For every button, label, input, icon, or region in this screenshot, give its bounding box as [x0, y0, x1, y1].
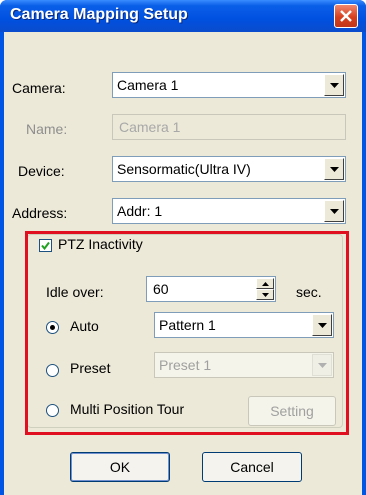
device-select-value: Sensormatic(Ultra IV) — [117, 161, 251, 177]
chevron-down-icon — [330, 209, 339, 214]
close-icon — [340, 10, 352, 22]
title-bar[interactable]: Camera Mapping Setup — [0, 0, 366, 32]
address-dropdown-arrow[interactable] — [324, 200, 344, 222]
window-title: Camera Mapping Setup — [10, 6, 188, 23]
address-label: Address: — [12, 205, 68, 221]
device-select[interactable]: Sensormatic(Ultra IV) — [112, 156, 346, 182]
name-label: Name: — [26, 121, 68, 137]
address-select[interactable]: Addr: 1 — [112, 198, 346, 224]
camera-label: Camera: — [12, 80, 66, 96]
camera-select[interactable]: Camera 1 — [112, 72, 346, 98]
chevron-down-icon — [330, 83, 339, 88]
close-button[interactable] — [334, 4, 358, 28]
name-field-value: Camera 1 — [119, 119, 181, 135]
camera-select-value: Camera 1 — [117, 77, 179, 93]
device-dropdown-arrow[interactable] — [324, 158, 344, 180]
cancel-button[interactable]: Cancel — [202, 452, 302, 482]
ok-button[interactable]: OK — [70, 452, 170, 482]
highlight-frame — [25, 231, 349, 435]
camera-dropdown-arrow[interactable] — [324, 74, 344, 96]
device-label: Device: — [18, 163, 65, 179]
name-field: Camera 1 — [112, 114, 346, 140]
address-select-value: Addr: 1 — [117, 203, 163, 219]
chevron-down-icon — [330, 167, 339, 172]
